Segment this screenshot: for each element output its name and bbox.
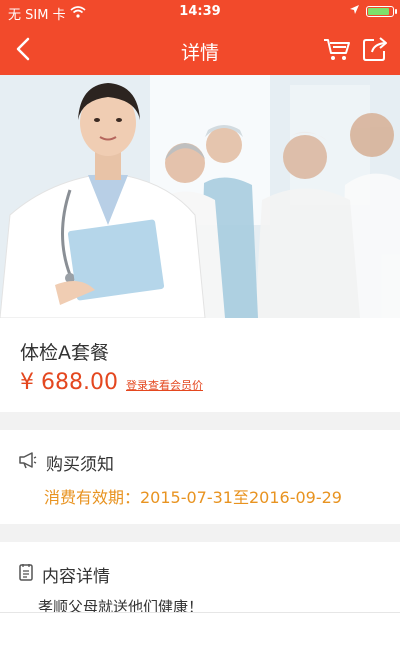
- location-icon: [349, 4, 360, 19]
- status-bar: 无 SIM 卡 14:39: [0, 0, 400, 24]
- purchase-notice-title: 购买须知: [46, 455, 114, 475]
- share-icon: [363, 37, 387, 61]
- product-price: ¥ 688.00: [20, 370, 118, 395]
- product-card: 体检A套餐 ¥ 688.00 登录查看会员价: [0, 318, 400, 412]
- cart-icon: [324, 39, 350, 60]
- cart-button[interactable]: [322, 34, 352, 64]
- purchase-notice-card: 购买须知 消费有效期：2015-07-31至2016-09-29: [0, 430, 400, 524]
- product-name: 体检A套餐: [20, 342, 109, 364]
- share-button[interactable]: [360, 34, 390, 64]
- validity-period: 消费有效期：2015-07-31至2016-09-29: [44, 488, 342, 507]
- battery-icon: [366, 6, 397, 17]
- status-time: 14:39: [179, 4, 221, 19]
- content-details-title: 内容详情: [42, 567, 110, 587]
- bottom-area: [0, 612, 400, 667]
- megaphone-icon: [18, 451, 38, 474]
- purchase-notice-header: 购买须知: [18, 450, 114, 475]
- doctors-photo: [0, 75, 400, 318]
- battery-fill: [368, 8, 390, 15]
- member-price-link[interactable]: 登录查看会员价: [126, 377, 203, 393]
- document-icon: [18, 563, 34, 586]
- status-right: [349, 4, 397, 19]
- nav-bar: 详情: [0, 24, 400, 75]
- hero-image: [0, 75, 400, 318]
- content-details-header: 内容详情: [18, 562, 110, 587]
